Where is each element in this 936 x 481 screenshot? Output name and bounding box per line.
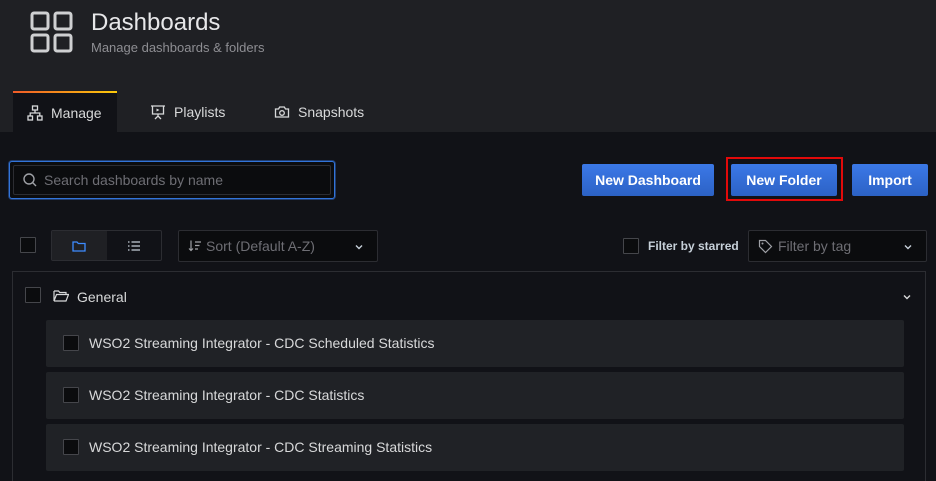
dashboard-checkbox[interactable] — [63, 439, 79, 455]
chevron-down-icon[interactable] — [901, 291, 913, 303]
folder-row-general[interactable]: General — [13, 272, 925, 320]
dashboard-checkbox[interactable] — [63, 387, 79, 403]
tab-snapshots[interactable]: Snapshots — [260, 91, 378, 132]
filter-starred-label: Filter by starred — [648, 239, 739, 253]
page-title: Dashboards — [91, 9, 221, 36]
folder-view-button[interactable] — [52, 231, 107, 260]
tab-manage-label: Manage — [51, 104, 102, 121]
page-header: Dashboards Manage dashboards & folders M… — [0, 0, 936, 132]
search-input-wrapper — [13, 165, 331, 195]
search-input[interactable] — [44, 172, 324, 188]
dashboard-list: General WSO2 Streaming Integrator - CDC … — [12, 271, 926, 481]
folder-name: General — [77, 289, 127, 305]
sitemap-icon — [27, 104, 43, 121]
filter-starred-checkbox[interactable] — [623, 238, 639, 254]
sort-select[interactable]: Sort (Default A-Z) — [178, 230, 378, 262]
dashboard-title[interactable]: WSO2 Streaming Integrator - CDC Schedule… — [89, 335, 434, 351]
tag-filter-placeholder: Filter by tag — [778, 238, 852, 254]
dashboards-grid-icon — [30, 11, 73, 53]
search-icon — [23, 173, 37, 187]
import-button[interactable]: Import — [852, 164, 928, 196]
search-field[interactable] — [9, 161, 335, 199]
tag-filter-select[interactable]: Filter by tag — [748, 230, 927, 262]
dashboard-title[interactable]: WSO2 Streaming Integrator - CDC Streamin… — [89, 439, 432, 455]
sort-icon — [188, 240, 201, 252]
select-all-checkbox[interactable] — [20, 237, 36, 253]
folder-icon — [72, 240, 86, 252]
presentation-icon — [151, 104, 165, 119]
page-subtitle: Manage dashboards & folders — [91, 40, 265, 55]
dashboard-title[interactable]: WSO2 Streaming Integrator - CDC Statisti… — [89, 387, 364, 403]
new-folder-button[interactable]: New Folder — [731, 164, 837, 196]
chevron-down-icon — [355, 245, 363, 250]
list-view-button[interactable] — [107, 231, 162, 260]
folder-checkbox[interactable] — [25, 287, 41, 303]
dashboard-row[interactable]: WSO2 Streaming Integrator - CDC Statisti… — [46, 372, 904, 419]
sort-placeholder: Sort (Default A-Z) — [206, 238, 315, 254]
tab-manage[interactable]: Manage — [13, 91, 117, 132]
folder-open-icon — [53, 290, 69, 302]
list-icon — [127, 240, 140, 251]
new-dashboard-button[interactable]: New Dashboard — [582, 164, 714, 196]
camera-icon — [274, 105, 290, 118]
dashboard-checkbox[interactable] — [63, 335, 79, 351]
view-mode-toggle — [51, 230, 162, 261]
tab-snapshots-label: Snapshots — [298, 103, 365, 120]
dashboard-row[interactable]: WSO2 Streaming Integrator - CDC Schedule… — [46, 320, 904, 367]
dashboard-row[interactable]: WSO2 Streaming Integrator - CDC Streamin… — [46, 424, 904, 471]
tab-playlists-label: Playlists — [174, 103, 226, 120]
tag-icon — [758, 239, 773, 253]
tab-playlists[interactable]: Playlists — [136, 91, 239, 132]
chevron-down-icon — [904, 245, 912, 250]
